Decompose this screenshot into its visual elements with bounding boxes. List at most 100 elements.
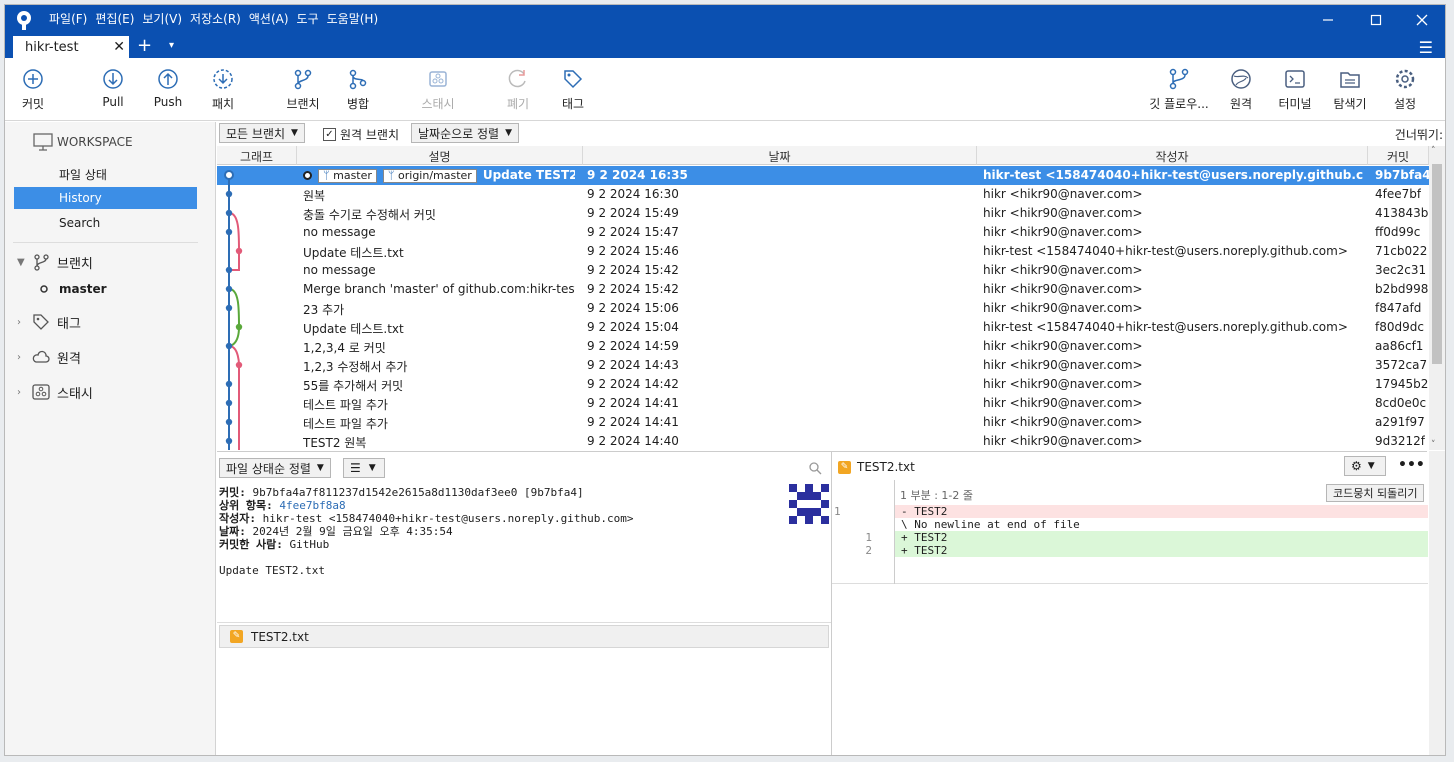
commit-row[interactable]: TEST2 원복 9 2 2024 14:40 hikr <hikr90@naver… bbox=[217, 432, 1429, 450]
commit-plus-icon bbox=[23, 69, 43, 89]
commit-row[interactable]: no message 9 2 2024 15:47 hikr <hikr90@nav… bbox=[217, 223, 1429, 242]
commit-row[interactable]: 테스트 파일 추가 9 2 2024 14:41 hikr <hikr90@nave… bbox=[217, 413, 1429, 432]
commit-row[interactable]: 1,2,3 수정해서 추가 9 2 2024 14:43 hikr <hikr90@… bbox=[217, 356, 1429, 375]
branch-badge[interactable]: ᛘ origin/master bbox=[382, 169, 477, 183]
remote-branches-checkbox[interactable]: ✓ 원격 브랜치 bbox=[323, 126, 399, 143]
scroll-down-icon[interactable]: ˅ bbox=[1431, 440, 1436, 450]
commit-button[interactable]: 커밋 bbox=[5, 68, 65, 112]
branch-badge[interactable]: ᛘ master bbox=[318, 169, 377, 183]
parent-hash-link[interactable]: 4fee7bf8a8 bbox=[279, 499, 345, 512]
commit-message: Update TEST2.txt bbox=[219, 564, 325, 577]
tab-close-icon[interactable]: ✕ bbox=[113, 39, 125, 55]
jump-to-label[interactable]: 건너뛰기: bbox=[1395, 126, 1443, 143]
column-header-date[interactable]: 날짜 bbox=[583, 146, 977, 165]
file-sort-dropdown[interactable]: 파일 상태순 정렬 ▼ bbox=[219, 458, 331, 478]
view-mode-dropdown[interactable]: ☰ ▼ bbox=[343, 458, 385, 478]
diff-scrollbar[interactable] bbox=[1429, 451, 1445, 755]
commit-row[interactable]: 55를 추가해서 커밋 9 2 2024 14:42 hikr <hikr90@na… bbox=[217, 375, 1429, 394]
menu-view[interactable]: 보기(V) bbox=[142, 10, 182, 27]
sidebar-item-file-status[interactable]: 파일 상태 bbox=[14, 162, 197, 184]
patch-button[interactable]: 패치 bbox=[191, 68, 255, 112]
commit-row[interactable]: 테스트 파일 추가 9 2 2024 14:41 hikr <hikr90@nave… bbox=[217, 394, 1429, 413]
stash-icon bbox=[429, 71, 447, 87]
close-window-button[interactable] bbox=[1399, 5, 1445, 35]
scrollbar-thumb[interactable] bbox=[1432, 164, 1442, 364]
menu-edit[interactable]: 편집(E) bbox=[95, 10, 134, 27]
history-scrollbar[interactable]: ˄ ˅ bbox=[1429, 146, 1445, 450]
stashes-label: 스태시 bbox=[57, 386, 93, 402]
sidebar-group-stashes[interactable]: › 스태시 bbox=[17, 382, 93, 402]
scroll-up-icon[interactable]: ˄ bbox=[1431, 146, 1436, 156]
commit-row[interactable]: no message 9 2 2024 15:42 hikr <hikr90@nav… bbox=[217, 261, 1429, 280]
hamburger-menu-icon[interactable]: ☰ bbox=[1419, 38, 1433, 57]
diff-options-dropdown[interactable]: ⚙ ▼ bbox=[1344, 456, 1386, 476]
sidebar-group-branches[interactable]: ▼ 브랜치 bbox=[17, 252, 93, 272]
commit-row[interactable]: Merge branch 'master' of github.com:hikr… bbox=[217, 280, 1429, 299]
sidebar-branch-master[interactable]: master bbox=[39, 282, 107, 296]
stash-icon bbox=[32, 384, 50, 400]
menu-actions[interactable]: 액션(A) bbox=[249, 10, 289, 27]
column-header-author[interactable]: 작성자 bbox=[977, 146, 1368, 165]
commit-description: 1,2,3,4 로 커밋 bbox=[303, 341, 386, 355]
tab-list-dropdown[interactable]: ▾ bbox=[169, 40, 174, 51]
commit-row[interactable]: 23 추가 9 2 2024 15:06 hikr <hikr90@naver.co… bbox=[217, 299, 1429, 318]
column-header-commit[interactable]: 커밋 bbox=[1368, 146, 1429, 165]
tag-button[interactable]: 태그 bbox=[541, 68, 605, 112]
commit-description: Update TEST2.txt bbox=[482, 168, 575, 182]
sidebar-item-search[interactable]: Search bbox=[14, 212, 197, 234]
commit-row[interactable]: 원복 9 2 2024 16:30 hikr <hikr90@naver.com> 4… bbox=[217, 185, 1429, 204]
diff-file-name: TEST2.txt bbox=[857, 460, 915, 474]
commit-hash: f80d9dc bbox=[1375, 320, 1424, 334]
menu-tools[interactable]: 도구 bbox=[297, 10, 319, 27]
sourcetree-window: 파일(F) 편집(E) 보기(V) 저장소(R) 액션(A) 도구 도움말(H)… bbox=[4, 4, 1446, 756]
commit-row[interactable]: Update 테스트.txt 9 2 2024 15:04 hikr-test <1… bbox=[217, 318, 1429, 337]
chevron-down-icon: ▼ bbox=[291, 128, 298, 138]
diff-line-add[interactable]: 2 + TEST2 bbox=[832, 544, 1428, 557]
commit-author: hikr-test <158474040+hikr-test@users.nor… bbox=[983, 168, 1363, 182]
chevron-right-icon: › bbox=[17, 386, 21, 398]
minimize-button[interactable] bbox=[1305, 5, 1351, 35]
maximize-button[interactable] bbox=[1353, 5, 1399, 35]
graph-branch-line bbox=[228, 288, 241, 347]
column-header-graph[interactable]: 그래프 bbox=[217, 146, 297, 165]
repo-tab[interactable]: hikr-test ✕ bbox=[13, 36, 129, 58]
column-header-description[interactable]: 설명 bbox=[297, 146, 583, 165]
diff-line-ctx[interactable]: \ No newline at end of file bbox=[832, 518, 1428, 531]
commit-hash: f847afd bbox=[1375, 301, 1422, 315]
cloud-icon bbox=[32, 350, 50, 363]
menu-file[interactable]: 파일(F) bbox=[49, 10, 87, 27]
sidebar-group-tags[interactable]: › 태그 bbox=[17, 312, 81, 332]
commit-author: hikr <hikr90@naver.com> bbox=[983, 282, 1143, 296]
gitflow-button[interactable]: 깃 플로우... bbox=[1141, 68, 1217, 112]
stash-button[interactable]: 스태시 bbox=[406, 68, 470, 112]
menu-help[interactable]: 도움말(H) bbox=[327, 10, 379, 27]
diff-line-add[interactable]: 1 + TEST2 bbox=[832, 531, 1428, 544]
changed-file-row[interactable]: ✎ TEST2.txt bbox=[219, 625, 829, 648]
sort-dropdown[interactable]: 날짜순으로 정렬 ▼ bbox=[411, 123, 520, 143]
commit-description: 55를 추가해서 커밋 bbox=[303, 379, 404, 393]
commit-row[interactable]: 충돌 수기로 수정해서 커밋 9 2 2024 15:49 hikr <hikr90… bbox=[217, 204, 1429, 223]
commit-row[interactable]: ᛘ masterᛘ origin/masterUpdate TEST2.txt9… bbox=[217, 166, 1429, 185]
search-icon[interactable] bbox=[809, 462, 822, 475]
diff-line-del[interactable]: 1 - TEST2 bbox=[832, 505, 1428, 518]
commit-row[interactable]: 1,2,3,4 로 커밋 9 2 2024 14:59 hikr <hikr90@n… bbox=[217, 337, 1429, 356]
sidebar-item-history[interactable]: History bbox=[14, 187, 197, 209]
commit-author: hikr <hikr90@naver.com> bbox=[983, 358, 1143, 372]
menu-repository[interactable]: 저장소(R) bbox=[190, 10, 241, 27]
modified-file-icon: ✎ bbox=[230, 630, 243, 643]
settings-button[interactable]: 설정 bbox=[1373, 68, 1437, 112]
merge-button[interactable]: 병합 bbox=[326, 68, 390, 112]
commit-hash: 9d3212f bbox=[1375, 434, 1426, 448]
new-tab-button[interactable]: + bbox=[137, 35, 152, 56]
commit-date: 9 2 2024 15:42 bbox=[587, 263, 679, 277]
commit-node bbox=[235, 323, 243, 331]
patch-icon bbox=[213, 69, 233, 89]
commit-description: 테스트 파일 추가 bbox=[303, 398, 388, 412]
commit-row[interactable]: Update 테스트.txt 9 2 2024 15:46 hikr-test <1… bbox=[217, 242, 1429, 261]
revert-hunk-button[interactable]: 코드뭉치 되돌리기 bbox=[1326, 484, 1425, 502]
branch-filter-dropdown[interactable]: 모든 브랜치 ▼ bbox=[219, 123, 305, 143]
graph-branch-line bbox=[228, 345, 240, 450]
sidebar-group-remotes[interactable]: › 원격 bbox=[17, 347, 81, 367]
more-options-icon[interactable]: ••• bbox=[1398, 457, 1425, 473]
commit-description: TEST2 원복 bbox=[303, 436, 367, 450]
